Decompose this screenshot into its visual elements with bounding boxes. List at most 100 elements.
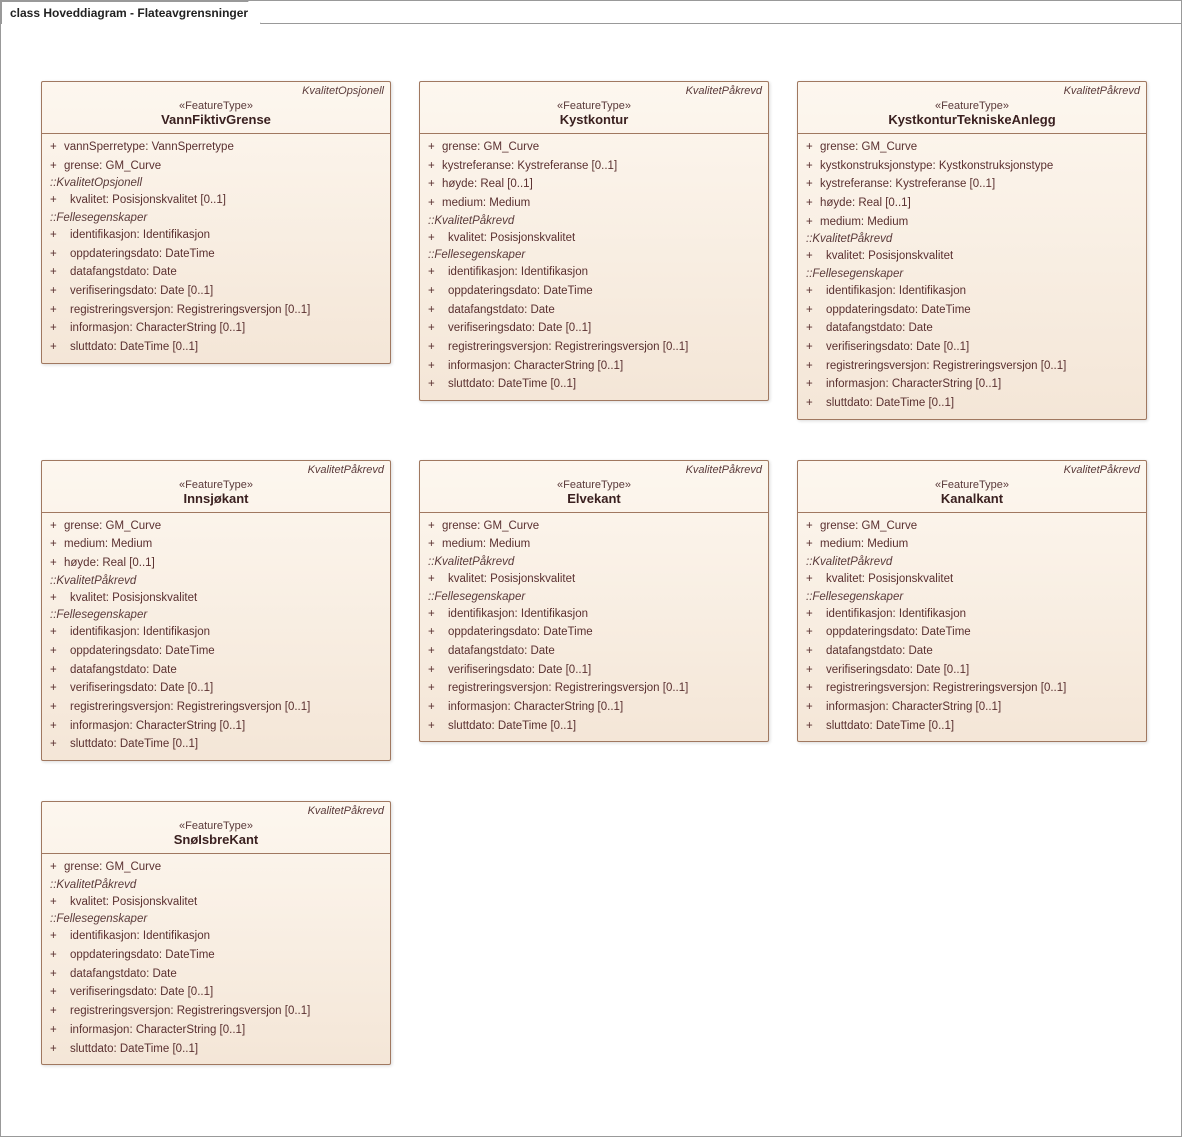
attribute-row: + registreringsversjon: Registreringsvers… bbox=[798, 357, 1146, 376]
attribute-row: +informasjon: CharacterString [0..1] bbox=[42, 1021, 390, 1040]
attribute-text: datafangstdato: Date bbox=[70, 966, 382, 983]
visibility-plus-icon: + bbox=[806, 624, 820, 641]
diagram-canvas: class Hoveddiagram - Flateavgrensninger … bbox=[0, 0, 1182, 1137]
visibility-plus-icon: + bbox=[428, 302, 442, 319]
attribute-row: +medium: Medium bbox=[420, 535, 768, 554]
attribute-text: registreringsversjon: Registreringsversj… bbox=[826, 358, 1138, 375]
attribute-row: +verifiseringsdato: Date [0..1] bbox=[42, 282, 390, 301]
attribute-text: oppdateringsdato: DateTime bbox=[70, 643, 382, 660]
attribute-text: medium: Medium bbox=[820, 536, 1138, 553]
attribute-text: informasjon: CharacterString [0..1] bbox=[70, 320, 382, 337]
attribute-row: +kvalitet: Posisjonskvalitet bbox=[420, 229, 768, 248]
visibility-plus-icon: + bbox=[806, 214, 820, 231]
attribute-text: oppdateringsdato: DateTime bbox=[70, 246, 382, 263]
section-label: ::KvalitetPåkrevd bbox=[798, 231, 1146, 247]
attribute-row: +datafangstdato: Date bbox=[42, 965, 390, 984]
visibility-plus-icon: + bbox=[806, 158, 820, 175]
visibility-plus-icon: + bbox=[428, 376, 442, 393]
visibility-plus-icon: + bbox=[50, 1041, 64, 1058]
attribute-text: kvalitet: Posisjonskvalitet bbox=[448, 571, 760, 588]
attribute-row: +kystreferanse: Kystreferanse [0..1] bbox=[420, 157, 768, 176]
section-label: ::Fellesegenskaper bbox=[42, 911, 390, 927]
visibility-plus-icon: + bbox=[806, 339, 820, 356]
attribute-row: +registreringsversjon: Registreringsvers… bbox=[420, 679, 768, 698]
attribute-text: grense: GM_Curve bbox=[64, 859, 382, 876]
visibility-plus-icon: + bbox=[428, 230, 442, 247]
attribute-text: datafangstdato: Date bbox=[70, 264, 382, 281]
visibility-plus-icon: + bbox=[50, 718, 64, 735]
attribute-text: høyde: Real [0..1] bbox=[64, 555, 382, 572]
attribute-row: +datafangstdato: Date bbox=[42, 661, 390, 680]
visibility-plus-icon: + bbox=[806, 606, 820, 623]
attribute-text: verifiseringsdato: Date [0..1] bbox=[448, 320, 760, 337]
attribute-row: +oppdateringsdato: DateTime bbox=[42, 642, 390, 661]
visibility-plus-icon: + bbox=[50, 246, 64, 263]
attribute-row: +identifikasjon: Identifikasjon bbox=[42, 623, 390, 642]
attribute-row: +informasjon: CharacterString [0..1] bbox=[42, 717, 390, 736]
visibility-plus-icon: + bbox=[50, 264, 64, 281]
attribute-text: kystreferanse: Kystreferanse [0..1] bbox=[442, 158, 760, 175]
section-label: ::KvalitetOpsjonell bbox=[42, 175, 390, 191]
attribute-text: registreringsversjon: Registreringsversj… bbox=[70, 302, 382, 319]
visibility-plus-icon: + bbox=[806, 662, 820, 679]
class-header: KvalitetPåkrevd«FeatureType»Kanalkant bbox=[798, 461, 1146, 513]
visibility-plus-icon: + bbox=[806, 680, 820, 697]
class-stereotype: «FeatureType» bbox=[426, 100, 762, 112]
attribute-text: oppdateringsdato: DateTime bbox=[826, 624, 1138, 641]
class-stereotype: «FeatureType» bbox=[426, 479, 762, 491]
class-body: +vannSperretype: VannSperretype+grense: … bbox=[42, 134, 390, 363]
class-box: KvalitetPåkrevd«FeatureType»Kanalkant +gr… bbox=[797, 460, 1147, 743]
class-header: KvalitetPåkrevd«FeatureType»Kystkontur bbox=[420, 82, 768, 134]
attribute-text: datafangstdato: Date bbox=[448, 643, 760, 660]
attribute-row: +registreringsversjon: Registreringsvers… bbox=[42, 698, 390, 717]
attribute-row: +identifikasjon: Identifikasjon bbox=[420, 263, 768, 282]
attribute-text: informasjon: CharacterString [0..1] bbox=[448, 358, 760, 375]
visibility-plus-icon: + bbox=[428, 158, 442, 175]
class-body: +grense: GM_Curve::KvalitetPåkrevd+kvali… bbox=[42, 854, 390, 1064]
attribute-text: sluttdato: DateTime [0..1] bbox=[448, 376, 760, 393]
attribute-row: +medium: Medium bbox=[798, 535, 1146, 554]
attribute-text: kvalitet: Posisjonskvalitet bbox=[826, 571, 1138, 588]
class-name: KystkonturTekniskeAnlegg bbox=[804, 112, 1140, 127]
class-name: Kanalkant bbox=[804, 491, 1140, 506]
attribute-row: +høyde: Real [0..1] bbox=[420, 175, 768, 194]
attribute-row: +identifikasjon: Identifikasjon bbox=[420, 605, 768, 624]
visibility-plus-icon: + bbox=[806, 571, 820, 588]
attribute-row: +grense: GM_Curve bbox=[42, 157, 390, 176]
visibility-plus-icon: + bbox=[50, 662, 64, 679]
visibility-plus-icon: + bbox=[50, 984, 64, 1001]
frame-title-tab: class Hoveddiagram - Flateavgrensninger bbox=[1, 1, 261, 24]
visibility-plus-icon: + bbox=[428, 571, 442, 588]
attribute-text: oppdateringsdato: DateTime bbox=[70, 947, 382, 964]
attribute-text: oppdateringsdato: DateTime bbox=[448, 624, 760, 641]
attribute-row: +informasjon: CharacterString [0..1] bbox=[42, 319, 390, 338]
attribute-text: sluttdato: DateTime [0..1] bbox=[826, 718, 1138, 735]
visibility-plus-icon: + bbox=[428, 606, 442, 623]
visibility-plus-icon: + bbox=[428, 358, 442, 375]
section-label: ::KvalitetPåkrevd bbox=[42, 877, 390, 893]
class-header: KvalitetPåkrevd«FeatureType»KystkonturTe… bbox=[798, 82, 1146, 134]
attribute-row: +sluttdato: DateTime [0..1] bbox=[42, 1040, 390, 1059]
attribute-text: kvalitet: Posisjonskvalitet [0..1] bbox=[70, 192, 382, 209]
attribute-row: +verifiseringsdato: Date [0..1] bbox=[420, 661, 768, 680]
attribute-row: +sluttdato: DateTime [0..1] bbox=[798, 717, 1146, 736]
attribute-row: +verifiseringsdato: Date [0..1] bbox=[42, 983, 390, 1002]
attribute-row: +medium: Medium bbox=[420, 194, 768, 213]
attribute-text: kvalitet: Posisjonskvalitet bbox=[70, 590, 382, 607]
attribute-row: +identifikasjon: Identifikasjon bbox=[798, 282, 1146, 301]
attribute-row: +grense: GM_Curve bbox=[798, 517, 1146, 536]
attribute-text: sluttdato: DateTime [0..1] bbox=[70, 339, 382, 356]
class-tag: KvalitetPåkrevd bbox=[1064, 85, 1140, 97]
visibility-plus-icon: + bbox=[428, 518, 442, 535]
attribute-row: +sluttdato: DateTime [0..1] bbox=[798, 394, 1146, 413]
class-header: KvalitetOpsjonell«FeatureType»VannFiktiv… bbox=[42, 82, 390, 134]
visibility-plus-icon: + bbox=[428, 624, 442, 641]
attribute-row: +medium: Medium bbox=[798, 213, 1146, 232]
attribute-text: verifiseringsdato: Date [0..1] bbox=[70, 680, 382, 697]
attribute-row: +datafangstdato: Date bbox=[420, 642, 768, 661]
class-box: KvalitetPåkrevd«FeatureType»Elvekant+gre… bbox=[419, 460, 769, 743]
attribute-row: +verifiseringsdato: Date [0..1] bbox=[42, 679, 390, 698]
visibility-plus-icon: + bbox=[806, 358, 820, 375]
class-box: KvalitetPåkrevd«FeatureType»Kystkontur+g… bbox=[419, 81, 769, 401]
attribute-row: +vannSperretype: VannSperretype bbox=[42, 138, 390, 157]
